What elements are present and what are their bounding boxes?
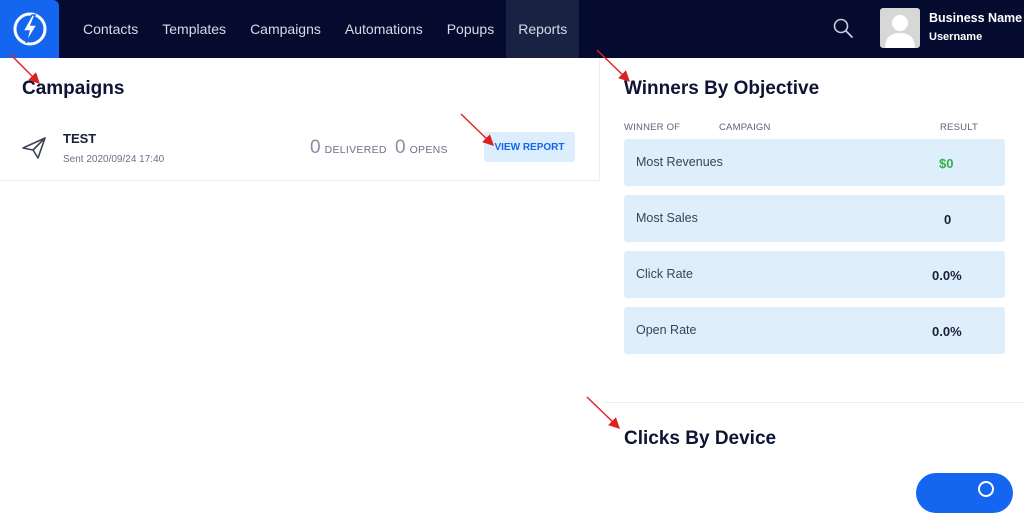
nav-item-campaigns[interactable]: Campaigns xyxy=(238,0,333,58)
section-divider xyxy=(604,402,1024,403)
winner-row-label: Most Sales xyxy=(636,211,698,225)
business-name[interactable]: Business Name xyxy=(929,11,1022,25)
nav-item-templates[interactable]: Templates xyxy=(150,0,238,58)
winner-row-value: 0.0% xyxy=(932,268,962,283)
main-nav: Contacts Templates Campaigns Automations… xyxy=(71,0,580,58)
winner-row-label: Most Revenues xyxy=(636,155,723,169)
col-header-winner-of: WINNER OF xyxy=(624,122,681,133)
search-icon[interactable] xyxy=(832,17,854,39)
winner-row-value: $0 xyxy=(939,156,954,171)
opens-label: OPENS xyxy=(409,144,448,156)
brand-logo[interactable] xyxy=(0,0,59,58)
campaigns-title: Campaigns xyxy=(22,78,125,99)
clicks-by-device-title: Clicks By Device xyxy=(624,428,777,449)
winner-row-open-rate: Open Rate 0.0% xyxy=(624,307,1005,354)
view-report-button[interactable]: VIEW REPORT xyxy=(484,132,575,162)
help-icon[interactable] xyxy=(978,481,994,497)
campaign-name[interactable]: TEST xyxy=(63,131,96,146)
winner-row-value: 0.0% xyxy=(932,324,962,339)
col-header-campaign: CAMPAIGN xyxy=(719,122,771,133)
campaign-sent-date: Sent 2020/09/24 17:40 xyxy=(63,154,165,165)
opens-count: 0 xyxy=(395,137,406,158)
nav-item-popups[interactable]: Popups xyxy=(435,0,506,58)
winner-row-label: Click Rate xyxy=(636,267,693,281)
nav-item-automations[interactable]: Automations xyxy=(333,0,435,58)
col-header-result: RESULT xyxy=(940,122,978,133)
user-silhouette-icon xyxy=(885,15,915,48)
nav-item-reports[interactable]: Reports xyxy=(506,0,580,58)
username[interactable]: Username xyxy=(929,31,982,43)
paper-plane-icon xyxy=(22,137,46,159)
winners-title: Winners By Objective xyxy=(624,78,820,99)
winner-row-label: Open Rate xyxy=(636,323,697,337)
delivered-stat: 0 DELIVERED xyxy=(310,137,387,159)
winner-row-most-sales: Most Sales 0 xyxy=(624,195,1005,242)
opens-stat: 0 OPENS xyxy=(395,137,448,159)
top-navigation-bar: Contacts Templates Campaigns Automations… xyxy=(0,0,1024,58)
winner-row-value: 0 xyxy=(944,212,952,227)
chat-button[interactable] xyxy=(916,473,1013,513)
lightning-bolt-icon xyxy=(13,12,46,46)
delivered-label: DELIVERED xyxy=(324,144,387,156)
nav-item-contacts[interactable]: Contacts xyxy=(71,0,150,58)
winner-row-most-revenues: Most Revenues $0 xyxy=(624,139,1005,186)
avatar[interactable] xyxy=(880,8,920,48)
delivered-count: 0 xyxy=(310,137,321,158)
winner-row-click-rate: Click Rate 0.0% xyxy=(624,251,1005,298)
